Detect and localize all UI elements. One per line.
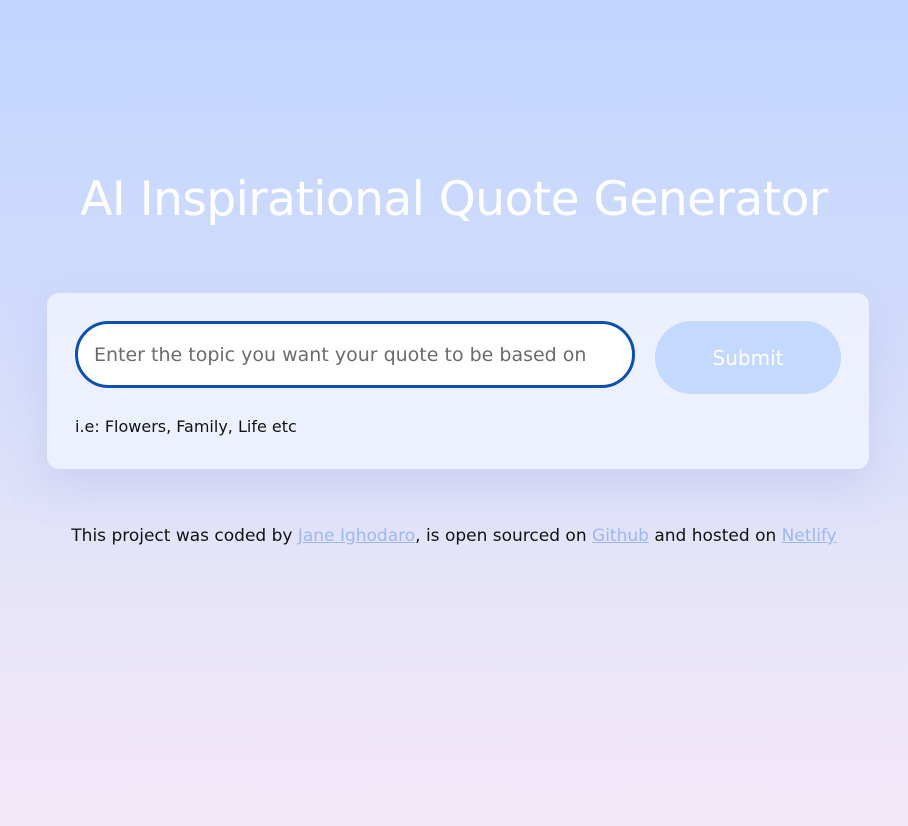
footer-text-3: and hosted on xyxy=(648,526,782,546)
footer-text-1: This project was coded by xyxy=(71,526,298,546)
topic-input[interactable] xyxy=(75,321,635,388)
footer: This project was coded by Jane Ighodaro,… xyxy=(0,526,908,546)
netlify-link[interactable]: Netlify xyxy=(782,526,837,546)
github-link[interactable]: Github xyxy=(592,526,649,546)
author-link[interactable]: Jane Ighodaro xyxy=(298,526,415,546)
footer-text-2: , is open sourced on xyxy=(415,526,593,546)
topic-hint: i.e: Flowers, Family, Life etc xyxy=(75,417,297,436)
submit-button[interactable]: Submit xyxy=(655,321,841,394)
page-title: AI Inspirational Quote Generator xyxy=(80,172,828,227)
quote-form-card: Submit i.e: Flowers, Family, Life etc xyxy=(47,293,869,469)
